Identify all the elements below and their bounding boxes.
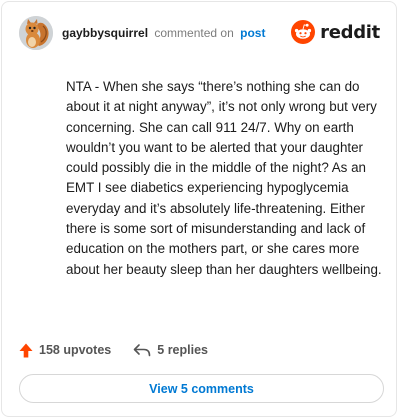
upvote-button[interactable]: 158 upvotes: [19, 343, 111, 358]
replies-button[interactable]: 5 replies: [133, 343, 208, 357]
reddit-logo[interactable]: reddit: [291, 20, 380, 44]
upvote-arrow-icon: [19, 343, 33, 357]
comment-header: gaybbysquirrel commented on post reddit: [19, 16, 380, 52]
byline: gaybbysquirrel commented on post: [62, 26, 265, 40]
upvote-count: 158 upvotes: [39, 343, 112, 357]
reddit-wordmark: reddit: [320, 21, 380, 43]
comment-actions: 158 upvotes 5 replies: [19, 340, 208, 360]
squirrel-avatar-icon[interactable]: [19, 16, 53, 50]
comment-card: gaybbysquirrel commented on post reddit …: [1, 1, 397, 417]
view-comments-button[interactable]: View 5 comments: [19, 374, 384, 403]
reply-count: 5 replies: [157, 343, 208, 357]
commented-on-text: commented on: [154, 26, 234, 40]
reply-arrow-icon: [133, 344, 151, 357]
reddit-logo-icon: [291, 20, 316, 44]
post-link[interactable]: post: [240, 26, 265, 40]
username-link[interactable]: gaybbysquirrel: [62, 26, 148, 40]
comment-body: NTA - When she says “there’s nothing she…: [66, 79, 382, 277]
